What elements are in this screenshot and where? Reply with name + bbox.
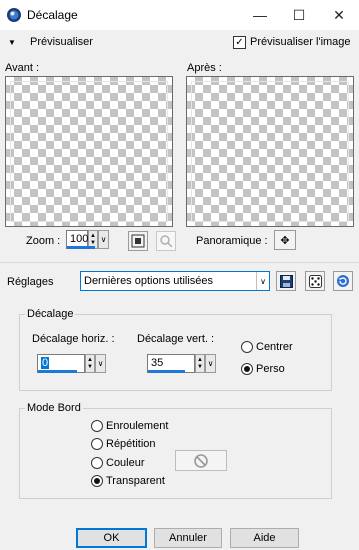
vert-offset-spinner[interactable]: ▲ ▼ bbox=[195, 354, 205, 373]
pan-label: Panoramique : bbox=[196, 235, 268, 247]
zoom-tool-button[interactable] bbox=[156, 231, 176, 251]
radio-couleur-label[interactable]: Couleur bbox=[106, 457, 145, 469]
radio-centrer[interactable] bbox=[241, 341, 253, 353]
offset-group-label: Décalage bbox=[25, 308, 76, 320]
reset-button[interactable] bbox=[333, 271, 353, 291]
save-preset-button[interactable] bbox=[276, 271, 296, 291]
magnifier-icon bbox=[160, 235, 173, 248]
radio-transparent-label[interactable]: Transparent bbox=[106, 475, 165, 487]
radio-perso-label[interactable]: Perso bbox=[256, 363, 285, 375]
radio-repetition[interactable] bbox=[91, 438, 103, 450]
fit-view-button[interactable] bbox=[128, 231, 148, 251]
preview-image-checkbox-label[interactable]: Prévisualiser l'image bbox=[250, 36, 351, 48]
dice-icon bbox=[308, 274, 322, 288]
radio-perso[interactable] bbox=[241, 363, 253, 375]
radio-enroulement[interactable] bbox=[91, 420, 103, 432]
radio-centrer-label[interactable]: Centrer bbox=[256, 341, 293, 353]
reset-icon bbox=[337, 275, 349, 287]
before-preview-pane[interactable] bbox=[5, 76, 173, 227]
vert-offset-bar bbox=[148, 370, 185, 373]
checkmark-icon: ✓ bbox=[235, 36, 244, 48]
close-button[interactable]: ✕ bbox=[319, 0, 359, 30]
presets-label: Réglages bbox=[7, 276, 54, 288]
random-button[interactable] bbox=[305, 271, 325, 291]
no-color-icon bbox=[194, 453, 208, 468]
horiz-offset-label: Décalage horiz. : bbox=[32, 333, 115, 345]
horiz-offset-dropdown[interactable]: ∨ bbox=[95, 354, 106, 373]
help-button[interactable]: Aide bbox=[230, 528, 299, 548]
chevron-down-icon[interactable]: ▼ bbox=[8, 38, 16, 47]
preview-image-checkbox[interactable]: ✓ bbox=[233, 36, 246, 49]
horiz-offset-spinner[interactable]: ▲ ▼ bbox=[85, 354, 95, 373]
preview-toggle-label[interactable]: Prévisualiser bbox=[30, 36, 93, 48]
zoom-dropdown[interactable]: ∨ bbox=[98, 230, 109, 249]
ok-button[interactable]: OK bbox=[76, 528, 147, 548]
window-title: Décalage bbox=[27, 8, 78, 22]
radio-enroulement-label[interactable]: Enroulement bbox=[106, 420, 168, 432]
app-icon bbox=[7, 8, 21, 22]
zoom-label: Zoom : bbox=[26, 235, 61, 247]
radio-couleur[interactable] bbox=[91, 457, 103, 469]
floppy-icon bbox=[279, 274, 293, 288]
move-arrows-icon: ✥ bbox=[280, 234, 290, 247]
zoom-progress-bar bbox=[67, 246, 95, 249]
vert-offset-label: Décalage vert. : bbox=[137, 333, 215, 345]
presets-dropdown-arrow[interactable]: ∨ bbox=[256, 272, 269, 290]
before-label: Avant : bbox=[5, 62, 40, 74]
vert-offset-dropdown[interactable]: ∨ bbox=[205, 354, 216, 373]
presets-combobox[interactable]: Dernières options utilisées bbox=[80, 271, 270, 291]
minimize-button[interactable]: — bbox=[240, 0, 280, 30]
horiz-offset-bar bbox=[38, 370, 77, 373]
color-swatch-button[interactable] bbox=[175, 450, 227, 471]
cancel-button[interactable]: Annuler bbox=[154, 528, 222, 548]
maximize-button[interactable]: ☐ bbox=[279, 0, 319, 30]
pan-button[interactable]: ✥ bbox=[274, 230, 296, 250]
radio-transparent[interactable] bbox=[91, 475, 103, 487]
after-preview-pane[interactable] bbox=[186, 76, 354, 227]
horiz-offset-value: 0 bbox=[41, 357, 50, 369]
fit-view-icon bbox=[131, 234, 145, 248]
after-label: Après : bbox=[187, 62, 222, 74]
radio-repetition-label[interactable]: Répétition bbox=[106, 438, 156, 450]
separator bbox=[0, 262, 359, 263]
edge-mode-group-label: Mode Bord bbox=[25, 402, 83, 414]
